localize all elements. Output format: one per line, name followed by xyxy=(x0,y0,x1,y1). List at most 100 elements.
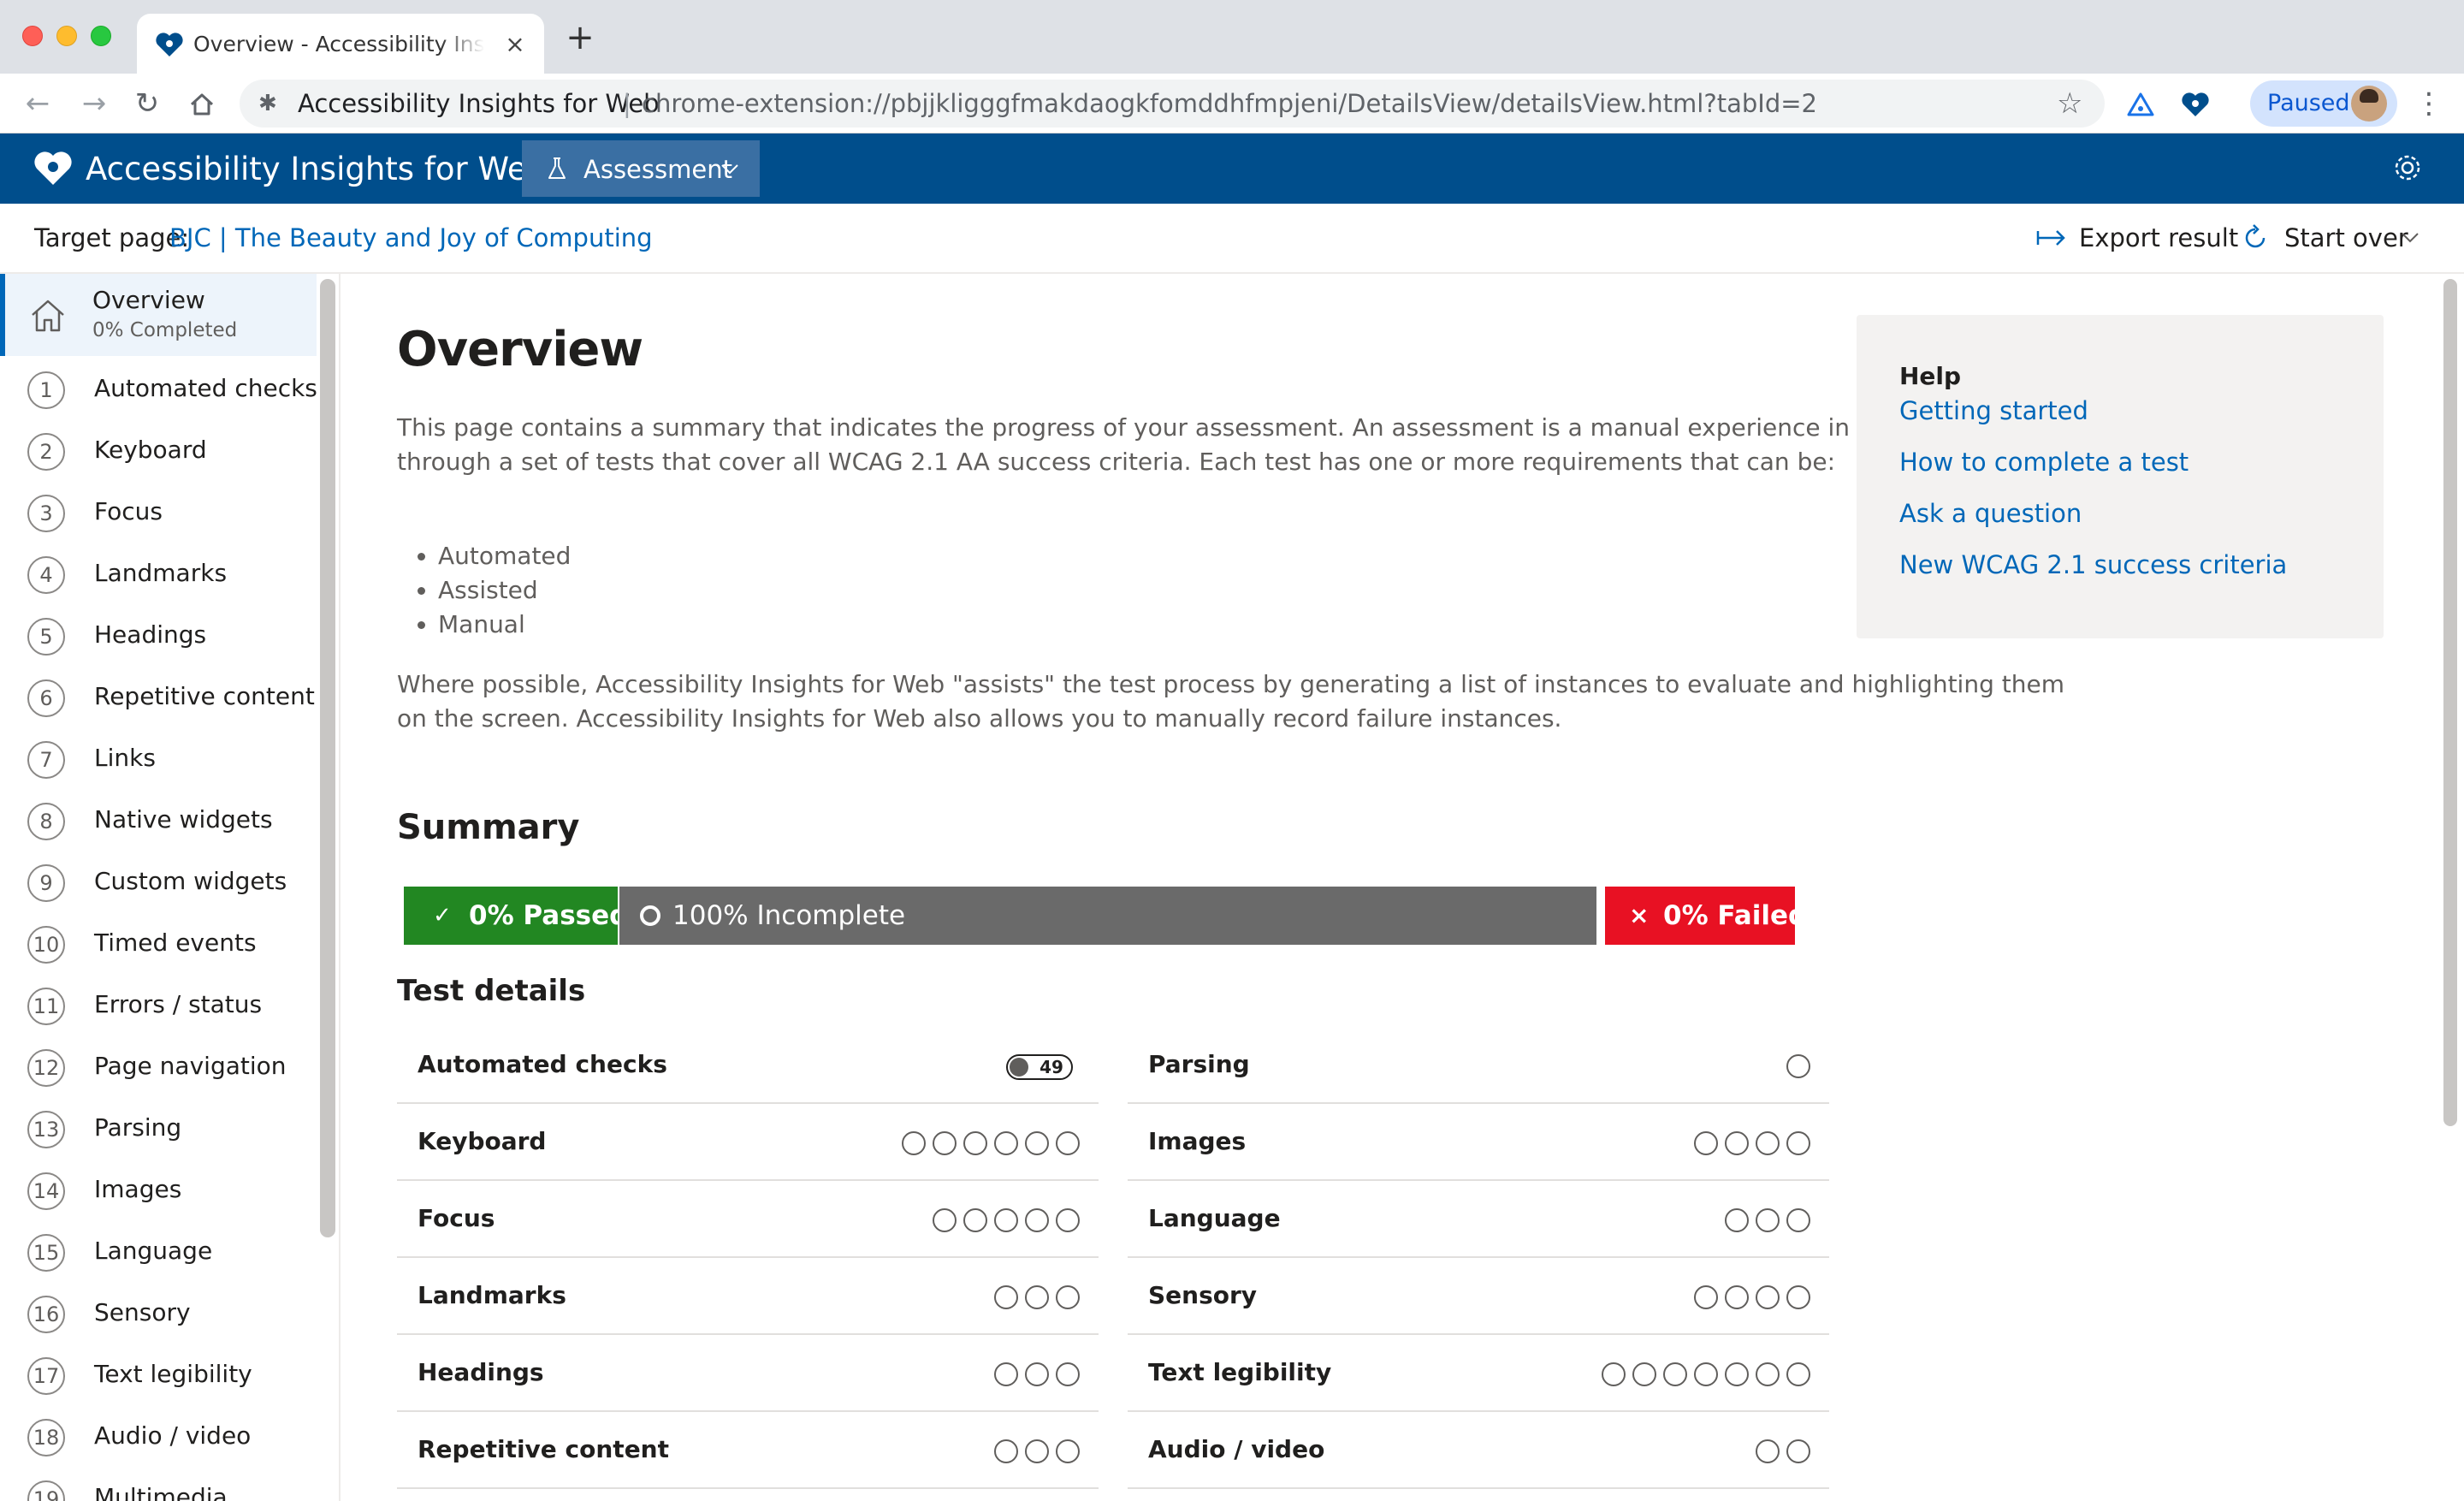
test-detail-row[interactable]: Language xyxy=(1128,1181,1829,1258)
test-detail-name: Keyboard xyxy=(418,1127,547,1155)
forward-icon[interactable]: → xyxy=(77,87,111,122)
list-item: Assisted xyxy=(438,573,571,608)
test-detail-row[interactable]: Sensory xyxy=(1128,1258,1829,1335)
start-over-button[interactable]: Start over xyxy=(2284,222,2408,253)
nav-item[interactable]: 7 Links xyxy=(0,729,317,791)
incomplete-circle-icon xyxy=(1663,1362,1687,1386)
nav-item-number: 3 xyxy=(27,495,65,532)
incomplete-circle-icon xyxy=(1725,1131,1749,1155)
nav-item[interactable]: 19 Multimedia xyxy=(0,1468,317,1501)
test-detail-row[interactable]: Parsing xyxy=(1128,1027,1829,1104)
home-icon[interactable] xyxy=(185,87,219,122)
test-detail-row[interactable]: Keyboard xyxy=(397,1104,1099,1181)
tab-title: Overview - Accessibility Insights for We… xyxy=(193,32,484,56)
nav-item[interactable]: 4 Landmarks xyxy=(0,544,317,606)
nav-item-label: Automated checks xyxy=(94,374,317,402)
profile-button[interactable]: Paused xyxy=(2250,80,2397,127)
nav-item[interactable]: 18 Audio / video xyxy=(0,1407,317,1468)
requirement-status-icons xyxy=(994,1285,1080,1309)
nav-item-overview[interactable]: Overview 0% Completed xyxy=(0,274,317,356)
close-tab-icon[interactable]: × xyxy=(500,29,530,60)
maximize-window-button[interactable] xyxy=(91,26,111,46)
requirement-status-icons xyxy=(994,1439,1080,1463)
nav-item[interactable]: 8 Native widgets xyxy=(0,791,317,852)
requirement-status-icons xyxy=(1694,1285,1810,1309)
help-heading: Help xyxy=(1899,362,1962,390)
requirement-status-icons xyxy=(933,1208,1080,1232)
main-scrollbar[interactable] xyxy=(2438,274,2464,1501)
nav-item[interactable]: 11 Errors / status xyxy=(0,976,317,1037)
main-content: Overview This page contains a summary th… xyxy=(342,274,2438,1501)
nav-item[interactable]: 17 Text legibility xyxy=(0,1345,317,1407)
left-nav: Overview 0% Completed 1 Automated checks 2… xyxy=(0,274,341,1501)
test-detail-name: Sensory xyxy=(1148,1281,1258,1309)
incomplete-circle-icon xyxy=(963,1208,987,1232)
nav-scrollbar-thumb[interactable] xyxy=(320,279,335,1237)
target-page-link[interactable]: BJC | The Beauty and Joy of Computing xyxy=(169,222,653,253)
nav-item[interactable]: 5 Headings xyxy=(0,606,317,667)
nav-item[interactable]: 16 Sensory xyxy=(0,1284,317,1345)
summary-heading: Summary xyxy=(397,808,580,847)
accessibility-insights-icon xyxy=(156,33,183,56)
test-detail-row[interactable]: Images xyxy=(1128,1104,1829,1181)
help-link-wcag-criteria[interactable]: New WCAG 2.1 success criteria xyxy=(1899,548,2287,582)
test-detail-row[interactable]: Landmarks xyxy=(397,1258,1099,1335)
nav-item-number: 9 xyxy=(27,864,65,902)
failed-summary-label: 0% Failed xyxy=(1663,900,1808,931)
nav-item[interactable]: 9 Custom widgets xyxy=(0,852,317,914)
chevron-down-icon[interactable] xyxy=(2397,224,2423,250)
nav-scrollbar[interactable] xyxy=(320,279,335,1237)
test-detail-row[interactable]: Repetitive content xyxy=(397,1412,1099,1489)
test-detail-row[interactable]: Focus xyxy=(397,1181,1099,1258)
incomplete-circle-icon xyxy=(1056,1208,1080,1232)
help-link-complete-test[interactable]: How to complete a test xyxy=(1899,445,2189,479)
nav-item[interactable]: 10 Timed events xyxy=(0,914,317,976)
back-icon[interactable]: ← xyxy=(21,87,55,122)
incomplete-circle-icon xyxy=(1025,1439,1049,1463)
nav-item-number: 12 xyxy=(27,1049,65,1087)
nav-item[interactable]: 1 Automated checks xyxy=(0,359,317,421)
export-result-button[interactable]: Export result xyxy=(2079,222,2238,253)
main-scrollbar-thumb[interactable] xyxy=(2443,279,2457,1126)
nav-item[interactable]: 3 Focus xyxy=(0,483,317,544)
test-detail-row[interactable]: Automated checks 49 xyxy=(397,1027,1099,1104)
nav-item[interactable]: 15 Language xyxy=(0,1222,317,1284)
help-link-ask-question[interactable]: Ask a question xyxy=(1899,496,2082,531)
test-detail-row[interactable]: Text legibility xyxy=(1128,1335,1829,1412)
test-detail-row[interactable]: Headings xyxy=(397,1335,1099,1412)
browser-tab-active[interactable]: Overview - Accessibility Insights for We… xyxy=(137,14,544,74)
requirement-status-icons xyxy=(1725,1208,1810,1232)
nav-item[interactable]: 6 Repetitive content xyxy=(0,667,317,729)
new-tab-button[interactable]: + xyxy=(565,21,595,55)
star-icon[interactable]: ☆ xyxy=(2057,86,2082,121)
nav-item-label: Audio / video xyxy=(94,1421,252,1450)
nav-item-number: 5 xyxy=(27,618,65,656)
nav-item-number: 11 xyxy=(27,988,65,1025)
extension-triangle-icon[interactable] xyxy=(2123,87,2158,122)
chevron-down-icon xyxy=(721,164,738,175)
incomplete-circle-icon xyxy=(1786,1208,1810,1232)
gear-icon[interactable] xyxy=(2390,151,2425,185)
reload-icon[interactable]: ↻ xyxy=(130,87,164,122)
nav-item[interactable]: 14 Images xyxy=(0,1160,317,1222)
address-site-name: Accessibility Insights for Web xyxy=(298,89,660,118)
more-icon[interactable]: ⋮ xyxy=(2414,87,2443,122)
nav-item-label: Page navigation xyxy=(94,1052,287,1080)
minimize-window-button[interactable] xyxy=(56,26,77,46)
nav-item[interactable]: 12 Page navigation xyxy=(0,1037,317,1099)
address-url[interactable]: chrome-extension://pbjjkligggfmakdaogkfo… xyxy=(642,88,1817,119)
address-bar[interactable]: ✱ Accessibility Insights for Web | chrom… xyxy=(240,80,2105,128)
nav-item[interactable]: 2 Keyboard xyxy=(0,421,317,483)
nav-item[interactable]: 13 Parsing xyxy=(0,1099,317,1160)
incomplete-circle-icon xyxy=(1756,1208,1780,1232)
incomplete-circle-icon xyxy=(1786,1439,1810,1463)
automated-checks-count-badge: 49 xyxy=(1006,1054,1073,1080)
assessment-mode-button[interactable]: Assessment xyxy=(522,140,760,197)
close-window-button[interactable] xyxy=(22,26,43,46)
accessibility-insights-extension-icon[interactable] xyxy=(2178,87,2212,122)
incomplete-circle-icon xyxy=(1694,1285,1718,1309)
incomplete-circle-icon xyxy=(933,1131,957,1155)
help-link-getting-started[interactable]: Getting started xyxy=(1899,394,2088,428)
test-detail-row[interactable]: Audio / video xyxy=(1128,1412,1829,1489)
nav-item-label: Focus xyxy=(94,497,163,525)
